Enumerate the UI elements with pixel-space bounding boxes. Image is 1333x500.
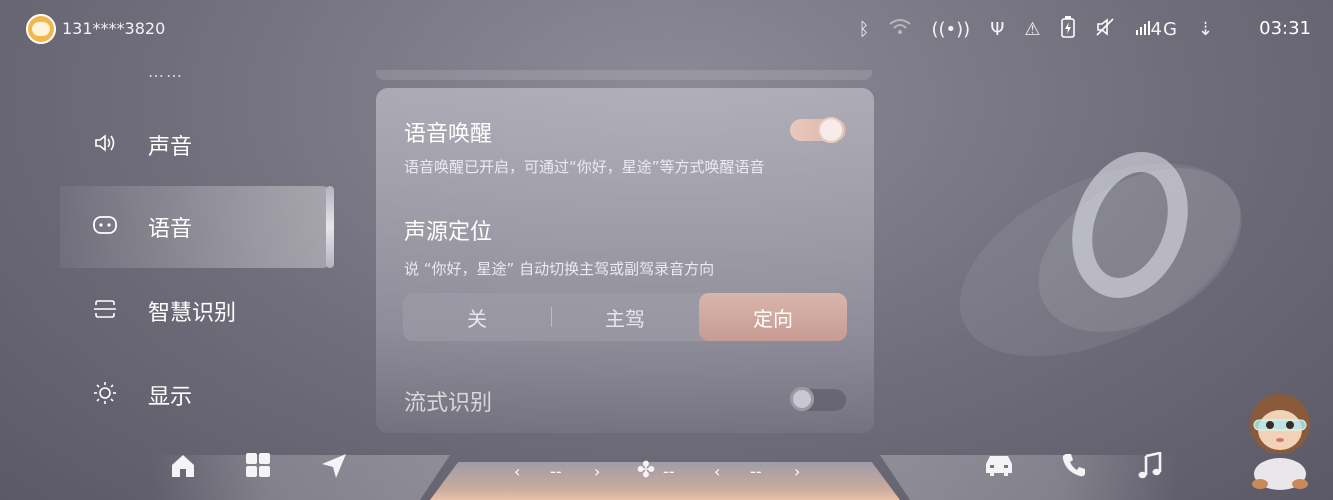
home-icon[interactable] — [167, 452, 199, 487]
sound-source-title: 声源定位 — [404, 220, 493, 245]
sidebar-item-smart-recognition[interactable]: 智慧识别 — [60, 270, 332, 352]
left-temp-down[interactable]: ‹ — [514, 462, 520, 481]
active-indicator — [326, 186, 334, 268]
sound-source-selector: 关 主驾 定向 — [403, 293, 847, 341]
phone-icon[interactable] — [1058, 452, 1090, 485]
sound-source-desc: 说 “你好，星途” 自动切换主驾或副驾录音方向 — [404, 260, 715, 278]
voice-wake-title: 语音唤醒 — [404, 122, 493, 147]
sidebar-item-sound[interactable]: 声音 — [60, 104, 332, 186]
network-label: 4G — [1150, 18, 1178, 40]
brightness-icon — [92, 381, 118, 410]
usb-icon: Ψ — [990, 18, 1005, 40]
apps-icon[interactable] — [242, 452, 274, 485]
bluetooth-icon: ᛒ — [858, 18, 870, 40]
voice-assistant-icon — [92, 215, 118, 240]
wifi-icon — [889, 18, 912, 41]
user-id[interactable]: 131****3820 — [62, 19, 165, 38]
left-temp-up[interactable]: › — [594, 462, 600, 481]
tiger-avatar-icon[interactable] — [26, 14, 56, 44]
right-temp-down[interactable]: ‹ — [714, 462, 720, 481]
sidebar-item-partial[interactable]: …… — [148, 62, 184, 81]
voice-wake-toggle[interactable] — [790, 117, 846, 143]
assistant-mascot-icon[interactable] — [1240, 384, 1320, 492]
battery-charging-icon — [1060, 15, 1075, 43]
option-off[interactable]: 关 — [403, 293, 551, 341]
streaming-toggle[interactable] — [790, 387, 846, 411]
sidebar-item-voice[interactable]: 语音 — [60, 186, 332, 268]
speaker-icon — [92, 133, 118, 158]
recognition-icon — [92, 299, 118, 324]
voice-settings-panel: 语音唤醒 语音唤醒已开启，可通过“你好，星途”等方式唤醒语音 声源定位 说 “你… — [376, 88, 874, 433]
right-temp-up[interactable]: › — [794, 462, 800, 481]
clock: 03:31 — [1259, 18, 1311, 39]
fan-level: -- — [663, 462, 675, 481]
signal-icon: 4G — [1135, 19, 1178, 40]
option-directional[interactable]: 定向 — [699, 293, 847, 341]
sidebar-item-label: 智慧识别 — [148, 301, 237, 326]
navigation-icon[interactable] — [318, 452, 350, 487]
download-icon: ⇣ — [1197, 18, 1213, 40]
right-temp: -- — [750, 462, 762, 481]
decorative-rings — [959, 152, 1242, 357]
mute-icon — [1095, 17, 1115, 42]
left-temp: -- — [550, 462, 562, 481]
fan-icon[interactable]: ✤ — [630, 458, 662, 483]
panel-scroll-hint — [376, 70, 872, 80]
hotspot-icon: ((•)) — [931, 18, 971, 40]
sidebar-item-label: 声音 — [148, 135, 193, 160]
status-bar: 131****3820 ᛒ ((•)) Ψ ⚠ 4G ⇣ 03:31 — [0, 0, 1333, 60]
warning-icon: ⚠ — [1024, 18, 1041, 40]
sidebar-item-label: 语音 — [148, 217, 193, 242]
voice-wake-desc: 语音唤醒已开启，可通过“你好，星途”等方式唤醒语音 — [404, 158, 765, 176]
streaming-title: 流式识别 — [404, 391, 493, 416]
music-icon[interactable] — [1134, 451, 1166, 487]
status-icons: ᛒ ((•)) Ψ ⚠ 4G ⇣ — [859, 14, 1213, 44]
sidebar-item-display[interactable]: 显示 — [60, 354, 332, 436]
car-icon[interactable] — [982, 452, 1014, 485]
sidebar-item-label: 显示 — [148, 385, 193, 410]
option-driver[interactable]: 主驾 — [551, 293, 699, 341]
